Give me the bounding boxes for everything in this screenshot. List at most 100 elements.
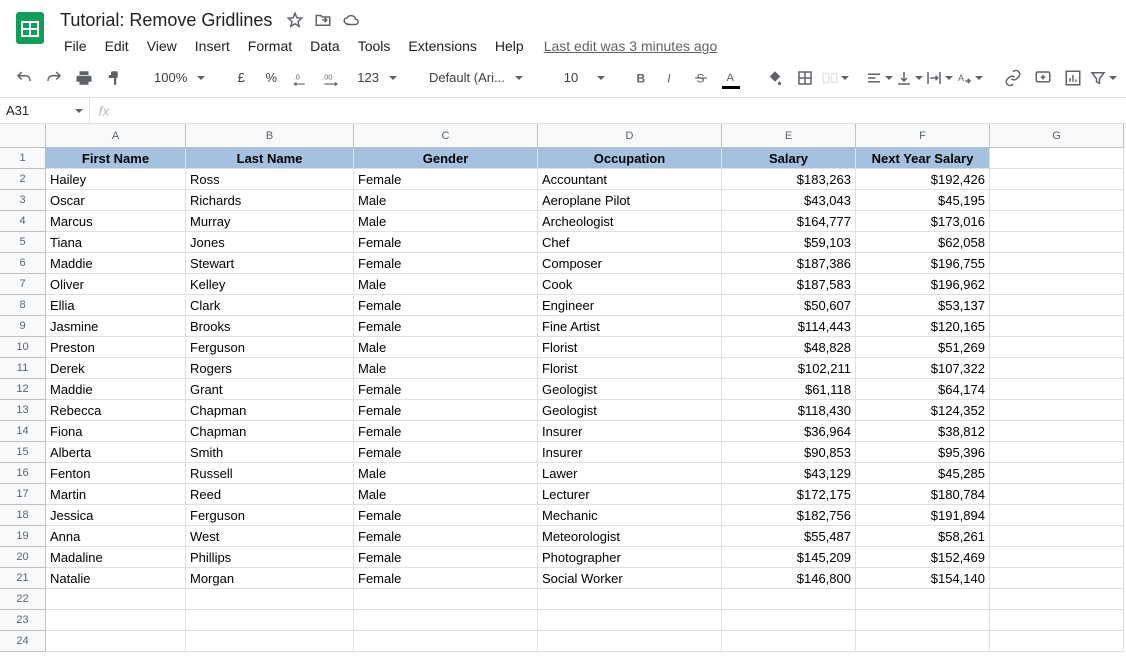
cell[interactable]: Female [354, 442, 538, 463]
row-header[interactable]: 12 [0, 379, 46, 400]
row-header[interactable]: 7 [0, 274, 46, 295]
font-size-dropdown[interactable]: 10 [545, 64, 611, 92]
row-header[interactable]: 22 [0, 589, 46, 610]
row-header[interactable]: 19 [0, 526, 46, 547]
cell[interactable] [46, 631, 186, 652]
cell[interactable] [354, 610, 538, 631]
cell[interactable]: Female [354, 253, 538, 274]
cell[interactable]: Fine Artist [538, 316, 722, 337]
cell[interactable] [990, 232, 1124, 253]
cell[interactable]: Marcus [46, 211, 186, 232]
cell[interactable]: $43,129 [722, 463, 856, 484]
cell[interactable]: $118,430 [722, 400, 856, 421]
cell[interactable]: $59,103 [722, 232, 856, 253]
cell[interactable] [990, 526, 1124, 547]
cell[interactable]: Female [354, 421, 538, 442]
insert-comment-button[interactable] [1029, 64, 1057, 92]
cloud-status-icon[interactable] [342, 11, 360, 29]
cell[interactable]: Accountant [538, 169, 722, 190]
cell[interactable]: Phillips [186, 547, 354, 568]
cell[interactable]: Clark [186, 295, 354, 316]
header-cell[interactable]: Next Year Salary [856, 148, 990, 169]
cell[interactable]: $51,269 [856, 337, 990, 358]
row-header[interactable]: 17 [0, 484, 46, 505]
text-rotation-button[interactable]: A [955, 64, 983, 92]
cell[interactable] [990, 463, 1124, 484]
bold-button[interactable]: B [627, 64, 655, 92]
cell[interactable]: $192,426 [856, 169, 990, 190]
cell[interactable]: Oliver [46, 274, 186, 295]
cell[interactable]: $124,352 [856, 400, 990, 421]
header-cell[interactable]: First Name [46, 148, 186, 169]
column-header[interactable]: C [354, 124, 538, 148]
menu-insert[interactable]: Insert [187, 34, 238, 58]
last-edit-link[interactable]: Last edit was 3 minutes ago [544, 38, 718, 54]
cell[interactable] [186, 589, 354, 610]
cell[interactable]: Ferguson [186, 337, 354, 358]
menu-file[interactable]: File [56, 34, 95, 58]
cell[interactable] [186, 631, 354, 652]
cell[interactable]: $107,322 [856, 358, 990, 379]
cell[interactable]: $196,962 [856, 274, 990, 295]
cell[interactable]: Female [354, 568, 538, 589]
cell[interactable]: $95,396 [856, 442, 990, 463]
cell[interactable] [990, 568, 1124, 589]
row-header[interactable]: 8 [0, 295, 46, 316]
cell[interactable]: Male [354, 211, 538, 232]
cell[interactable] [856, 631, 990, 652]
cell[interactable] [990, 190, 1124, 211]
cell[interactable]: Ellia [46, 295, 186, 316]
cell[interactable] [990, 547, 1124, 568]
cell[interactable]: Chapman [186, 421, 354, 442]
cell[interactable]: $50,607 [722, 295, 856, 316]
cell[interactable]: Maddie [46, 379, 186, 400]
insert-link-button[interactable] [999, 64, 1027, 92]
cell[interactable] [990, 505, 1124, 526]
cell[interactable]: Male [354, 190, 538, 211]
cell[interactable]: $180,784 [856, 484, 990, 505]
menu-data[interactable]: Data [302, 34, 348, 58]
column-header[interactable]: A [46, 124, 186, 148]
row-header[interactable]: 14 [0, 421, 46, 442]
menu-extensions[interactable]: Extensions [400, 34, 484, 58]
cell[interactable]: Brooks [186, 316, 354, 337]
text-color-button[interactable]: A [717, 64, 745, 92]
cell[interactable]: Preston [46, 337, 186, 358]
cell[interactable]: Meteorologist [538, 526, 722, 547]
cell[interactable] [990, 589, 1124, 610]
sheets-logo[interactable] [10, 8, 50, 48]
row-header[interactable]: 15 [0, 442, 46, 463]
row-header[interactable]: 16 [0, 463, 46, 484]
cell[interactable] [990, 274, 1124, 295]
strikethrough-button[interactable]: S [687, 64, 715, 92]
cell[interactable] [722, 589, 856, 610]
cell[interactable]: Ross [186, 169, 354, 190]
cell[interactable]: Morgan [186, 568, 354, 589]
paint-format-button[interactable] [100, 64, 128, 92]
cell[interactable]: Insurer [538, 421, 722, 442]
cell[interactable] [990, 484, 1124, 505]
row-header[interactable]: 4 [0, 211, 46, 232]
cell[interactable] [990, 358, 1124, 379]
cell[interactable]: Male [354, 484, 538, 505]
cell[interactable]: Chapman [186, 400, 354, 421]
cell[interactable]: Madaline [46, 547, 186, 568]
cell[interactable]: $196,755 [856, 253, 990, 274]
row-header[interactable]: 5 [0, 232, 46, 253]
cell[interactable] [990, 631, 1124, 652]
cell[interactable] [990, 295, 1124, 316]
cell[interactable]: Stewart [186, 253, 354, 274]
cell[interactable]: $146,800 [722, 568, 856, 589]
row-header[interactable]: 21 [0, 568, 46, 589]
cell[interactable]: Fiona [46, 421, 186, 442]
row-header[interactable]: 18 [0, 505, 46, 526]
column-header[interactable]: B [186, 124, 354, 148]
cell[interactable] [538, 631, 722, 652]
cell[interactable]: Female [354, 379, 538, 400]
cell[interactable]: Alberta [46, 442, 186, 463]
decrease-decimal-button[interactable]: .0 [287, 64, 315, 92]
cell[interactable] [538, 610, 722, 631]
cell[interactable]: Lawer [538, 463, 722, 484]
cell[interactable]: Photographer [538, 547, 722, 568]
cell[interactable] [722, 631, 856, 652]
